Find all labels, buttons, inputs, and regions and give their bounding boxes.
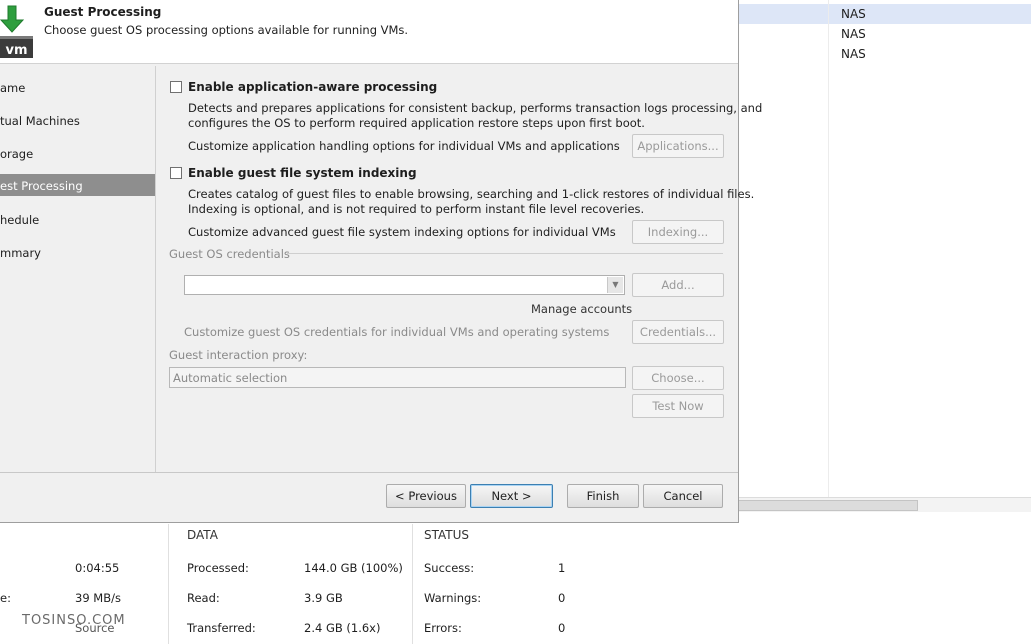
- success-value: 1: [558, 561, 566, 575]
- step-name[interactable]: ame: [0, 77, 155, 99]
- step-guest-processing[interactable]: est Processing: [0, 174, 155, 196]
- chevron-down-icon[interactable]: ▼: [607, 277, 623, 293]
- group-divider: [287, 253, 723, 254]
- indexing-customize-text: Customize advanced guest file system ind…: [188, 225, 616, 239]
- indexing-label[interactable]: Enable guest file system indexing: [188, 166, 417, 180]
- choose-proxy-button[interactable]: Choose...: [632, 366, 724, 390]
- status-header: STATUS: [424, 528, 470, 542]
- indexing-description: Indexing is optional, and is not require…: [188, 202, 645, 216]
- horizontal-scrollbar[interactable]: [738, 497, 1031, 512]
- transferred-label: Transferred:: [187, 621, 256, 635]
- read-label: Read:: [187, 591, 220, 605]
- applications-button[interactable]: Applications...: [632, 134, 724, 158]
- app-aware-description: configures the OS to perform required ap…: [188, 116, 645, 130]
- errors-value: 0: [558, 621, 566, 635]
- table-row[interactable]: NAS: [738, 24, 1031, 44]
- read-value: 3.9 GB: [304, 591, 343, 605]
- svg-text:vm: vm: [5, 43, 27, 58]
- vm-download-icon: vm: [0, 4, 34, 60]
- table-row[interactable]: NAS: [738, 4, 1031, 24]
- credentials-group-label: Guest OS credentials: [169, 247, 290, 261]
- divider: [168, 524, 169, 644]
- session-stats-panel: 0:04:55 e: 39 MB/s Source DATA Processed…: [0, 512, 1031, 644]
- duration-value: 0:04:55: [75, 561, 120, 575]
- nav-divider: [155, 66, 156, 472]
- guest-processing-dialog: vm Guest Processing Choose guest OS proc…: [0, 0, 762, 523]
- app-aware-description: Detects and prepares applications for co…: [188, 101, 763, 115]
- processed-value: 144.0 GB (100%): [304, 561, 403, 575]
- test-now-button[interactable]: Test Now: [632, 394, 724, 418]
- add-credentials-button[interactable]: Add...: [632, 273, 724, 297]
- step-summary[interactable]: mmary: [0, 242, 155, 264]
- wizard-steps: ame tual Machines orage est Processing h…: [0, 66, 155, 472]
- data-header: DATA: [187, 528, 218, 542]
- finish-button[interactable]: Finish: [567, 484, 639, 508]
- divider: [412, 524, 413, 644]
- app-aware-label[interactable]: Enable application-aware processing: [188, 80, 437, 94]
- rate-label: e:: [0, 591, 11, 605]
- credentials-customize-text: Customize guest OS credentials for indiv…: [184, 325, 610, 339]
- processed-label: Processed:: [187, 561, 249, 575]
- proxy-label: Guest interaction proxy:: [169, 348, 308, 362]
- credentials-dropdown[interactable]: ▼: [184, 275, 625, 295]
- table-cell: NAS: [841, 27, 866, 41]
- warnings-label: Warnings:: [424, 591, 482, 605]
- scrollbar-thumb[interactable]: [738, 500, 918, 511]
- errors-label: Errors:: [424, 621, 462, 635]
- page-title: Guest Processing: [44, 5, 162, 19]
- cancel-button[interactable]: Cancel: [643, 484, 723, 508]
- table-cell: NAS: [841, 7, 866, 21]
- dialog-header: vm Guest Processing Choose guest OS proc…: [0, 0, 738, 64]
- footer-divider: [0, 472, 738, 473]
- table-cell: NAS: [841, 47, 866, 61]
- page-subtitle: Choose guest OS processing options avail…: [44, 23, 409, 37]
- app-aware-checkbox[interactable]: [170, 81, 182, 93]
- background-table: NAS NAS NAS: [738, 0, 1031, 497]
- manage-accounts-link[interactable]: Manage accounts: [531, 302, 632, 316]
- indexing-checkbox[interactable]: [170, 167, 182, 179]
- warnings-value: 0: [558, 591, 566, 605]
- credentials-button[interactable]: Credentials...: [632, 320, 724, 344]
- transferred-value: 2.4 GB (1.6x): [304, 621, 381, 635]
- rate-value: 39 MB/s: [75, 591, 121, 605]
- indexing-description: Creates catalog of guest files to enable…: [188, 187, 755, 201]
- step-storage[interactable]: orage: [0, 143, 155, 165]
- step-virtual-machines[interactable]: tual Machines: [0, 110, 155, 132]
- column-divider: [828, 0, 829, 497]
- step-schedule[interactable]: hedule: [0, 209, 155, 231]
- table-row[interactable]: NAS: [738, 44, 1031, 64]
- next-button[interactable]: Next >: [470, 484, 553, 508]
- success-label: Success:: [424, 561, 475, 575]
- previous-button[interactable]: < Previous: [386, 484, 466, 508]
- indexing-button[interactable]: Indexing...: [632, 220, 724, 244]
- watermark: TOSINSO.COM: [22, 613, 126, 628]
- proxy-field[interactable]: Automatic selection: [169, 367, 626, 388]
- app-aware-customize-text: Customize application handling options f…: [188, 139, 620, 153]
